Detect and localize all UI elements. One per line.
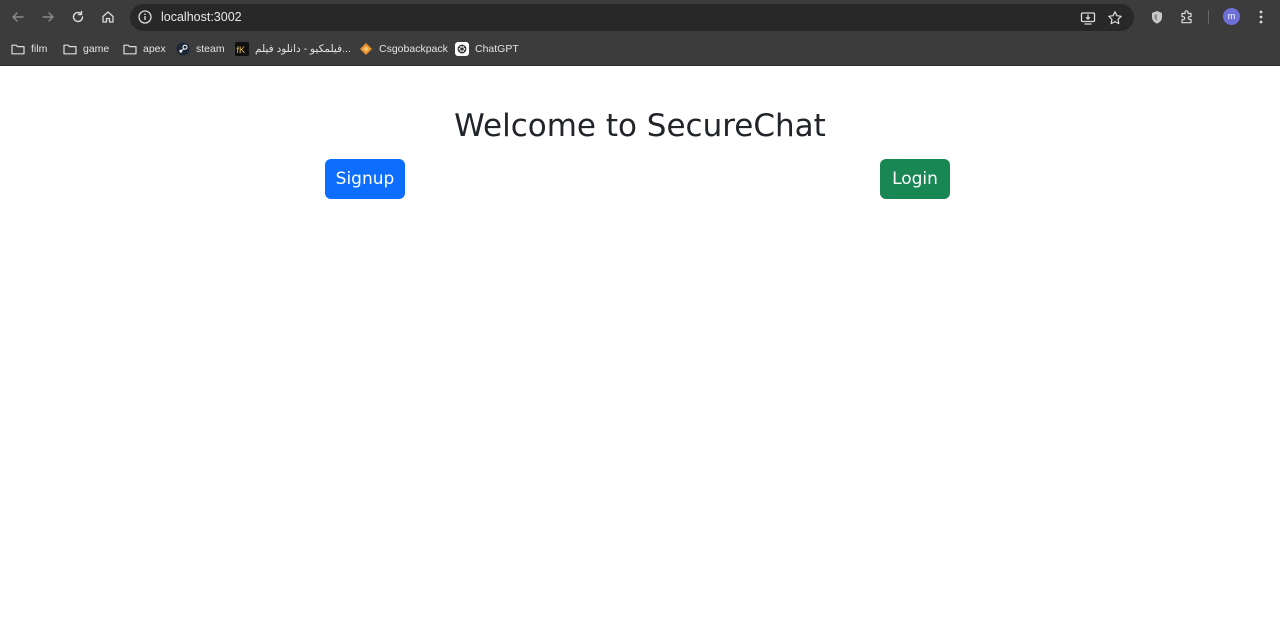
arrow-right-icon (42, 12, 54, 22)
bookmark-label: steam (196, 43, 225, 55)
site-info-icon[interactable] (137, 9, 153, 25)
browser-toolbar: localhost:3002 m (0, 0, 1280, 34)
browser-menu-button[interactable] (1252, 8, 1270, 26)
csgobackpack-icon (359, 42, 373, 56)
bookmark-csgobackpack[interactable]: Csgobackpack (359, 40, 448, 58)
browser-window: localhost:3002 m film game apex steam fK… (0, 0, 1280, 644)
reload-icon (72, 10, 84, 23)
bookmark-label: ChatGPT (475, 43, 519, 55)
forward-button[interactable] (36, 5, 60, 29)
more-vertical-icon (1259, 10, 1263, 24)
page-content: Welcome to SecureChat Signup Login (0, 66, 1280, 644)
home-icon (102, 11, 114, 23)
home-button[interactable] (96, 5, 120, 29)
address-bar[interactable]: localhost:3002 (130, 4, 1134, 31)
extensions-button[interactable] (1178, 8, 1196, 26)
bookmark-steam[interactable]: steam (176, 40, 225, 58)
steam-icon (176, 42, 190, 56)
login-button[interactable]: Login (880, 159, 950, 199)
page-title: Welcome to SecureChat (454, 108, 826, 144)
folder-icon (63, 42, 77, 56)
signup-button[interactable]: Signup (325, 159, 405, 199)
bookmark-folder-game[interactable]: game (63, 40, 109, 58)
shield-icon (1152, 10, 1162, 24)
bookmark-label: apex (143, 43, 166, 55)
bookmark-star-button[interactable] (1106, 9, 1124, 27)
puzzle-icon (1181, 10, 1192, 24)
bookmark-label: Csgobackpack (379, 43, 448, 55)
toolbar-divider (1208, 10, 1209, 24)
bookmark-label: فیلمکیو - دانلود فیلم... (255, 43, 351, 55)
folder-icon (11, 42, 25, 56)
bookmark-folder-film[interactable]: film (11, 40, 47, 58)
chatgpt-icon (455, 42, 469, 56)
star-icon (1108, 11, 1122, 25)
bookmark-label: game (83, 43, 110, 55)
install-app-icon (1080, 12, 1096, 25)
back-button[interactable] (6, 5, 30, 29)
reload-button[interactable] (66, 5, 90, 29)
install-app-button[interactable] (1079, 9, 1097, 27)
url-text[interactable]: localhost:3002 (161, 10, 242, 25)
bookmark-label: film (31, 43, 48, 55)
svg-text:fK: fK (237, 45, 246, 55)
bookmarks-bar: film game apex steam fK فیلمکیو - دانلود… (0, 34, 1280, 66)
arrow-left-icon (12, 12, 24, 22)
bookmark-filmkio[interactable]: fK فیلمکیو - دانلود فیلم... (235, 40, 351, 58)
filmkio-icon: fK (235, 42, 249, 56)
shield-extension-button[interactable] (1148, 8, 1166, 26)
bookmark-folder-apex[interactable]: apex (123, 40, 166, 58)
folder-icon (123, 42, 137, 56)
bookmark-chatgpt[interactable]: ChatGPT (455, 40, 519, 58)
profile-avatar[interactable]: m (1223, 8, 1240, 25)
